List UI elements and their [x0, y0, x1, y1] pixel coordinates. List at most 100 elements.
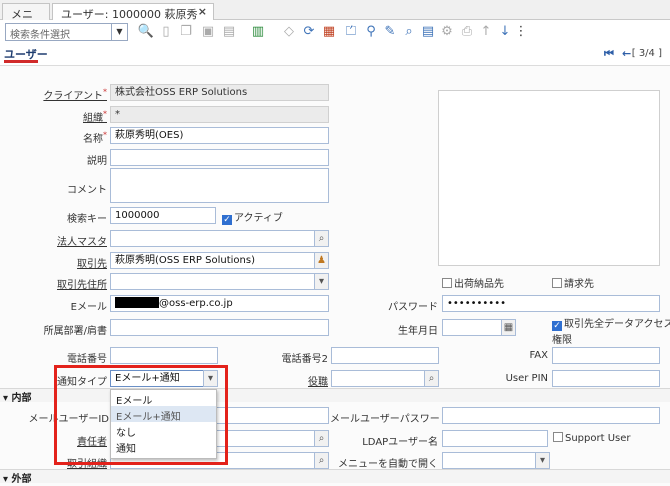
paperclip-icon[interactable]: ⚲	[362, 23, 380, 41]
legal-entity-label: 法人マスタ	[57, 237, 107, 248]
support-user-label: Support User	[565, 433, 631, 444]
bp-access-checkbox[interactable]: ✓ 取引先全データアクセス	[552, 315, 670, 331]
password-label: パスワード	[388, 302, 438, 313]
description-field[interactable]	[110, 149, 329, 166]
chevron-down-icon[interactable]: ▾	[314, 273, 329, 290]
first-record-icon[interactable]: ⏮	[604, 47, 614, 61]
record-count: [ 3/4 ]	[631, 48, 662, 59]
checkbox-box	[552, 278, 562, 288]
print-icon[interactable]: ⎙	[458, 23, 476, 41]
search-criteria-select[interactable]: 検索条件選択 ▼	[5, 23, 128, 41]
tab-menu[interactable]: メニュー	[2, 3, 50, 37]
chevron-down-icon[interactable]: ▼	[111, 24, 127, 40]
ship-to-checkbox[interactable]: 出荷納品先	[442, 275, 504, 290]
search-icon[interactable]: ⌕	[314, 452, 329, 469]
checkmark-icon: ✓	[552, 321, 562, 331]
search-icon[interactable]: 🔍	[137, 23, 155, 41]
name-field[interactable]: 萩原秀明(OES)	[110, 127, 329, 144]
report-icon[interactable]: ▤	[419, 23, 437, 41]
checkmark-icon: ✓	[222, 215, 232, 225]
search-key-field[interactable]: 1000000	[110, 207, 216, 224]
position-field[interactable]	[331, 370, 425, 387]
section-external-label: 外部	[11, 474, 32, 485]
person-icon[interactable]: ♟	[314, 252, 329, 269]
mail-password-label: メールユーザーパスワード	[330, 414, 450, 425]
birthday-field[interactable]	[442, 319, 502, 336]
bpartner-label: 取引先	[77, 259, 107, 270]
userpin-label: User PIN	[505, 373, 548, 384]
bill-to-label: 請求先	[564, 279, 594, 290]
ship-to-label: 出荷納品先	[454, 279, 504, 290]
comment-label: コメント	[67, 185, 107, 196]
ldap-field[interactable]	[442, 430, 548, 447]
bp-access-label: 取引先全データアクセス	[564, 319, 670, 330]
phone2-field[interactable]	[331, 347, 439, 364]
ldap-label: LDAPユーザー名	[362, 437, 438, 448]
dept-field[interactable]	[110, 319, 329, 336]
process-icon[interactable]: ⚙	[438, 23, 456, 41]
email-suffix: @oss-erp.co.jp	[159, 298, 233, 309]
caret-down-icon: ▾	[3, 393, 12, 404]
phone-field[interactable]	[110, 347, 218, 364]
highlight-box	[54, 365, 228, 465]
arrow-up-icon[interactable]: ↑	[477, 23, 495, 41]
title-underline	[4, 60, 38, 63]
zoom-across-icon[interactable]: ⌕	[400, 23, 418, 41]
auto-menu-select[interactable]	[442, 452, 536, 469]
email-label: Eメール	[70, 302, 107, 313]
bp-location-field[interactable]	[110, 273, 315, 290]
attachment-icon[interactable]: ◇	[280, 23, 298, 41]
mail-password-field[interactable]	[442, 407, 660, 424]
search-icon[interactable]: ⌕	[314, 430, 329, 447]
close-icon[interactable]: ×	[198, 5, 207, 18]
chat-icon[interactable]: ✎	[381, 23, 399, 41]
userpin-field[interactable]	[552, 370, 660, 387]
user-image[interactable]	[438, 90, 660, 266]
support-user-checkbox[interactable]: Support User	[553, 432, 631, 444]
client-field: 株式会社OSS ERP Solutions	[110, 84, 329, 101]
bp-access-label-2: 権限	[552, 335, 572, 346]
more-options-icon[interactable]: ⋮	[512, 23, 530, 41]
phone-label: 電話番号	[67, 354, 107, 365]
history-icon[interactable]: ⏍	[342, 23, 360, 41]
section-external[interactable]: ▾ 外部	[0, 469, 670, 485]
delete-icon[interactable]: ▥	[249, 23, 267, 41]
fax-field[interactable]	[552, 347, 660, 364]
bpartner-field[interactable]: 萩原秀明(OSS ERP Solutions)	[110, 252, 315, 269]
checkbox-box	[442, 278, 452, 288]
search-icon[interactable]: ⌕	[314, 230, 329, 247]
grid-toggle-icon[interactable]: ▦	[320, 23, 338, 41]
active-label: アクティブ	[234, 213, 283, 224]
previous-record-icon[interactable]: ←	[622, 47, 631, 60]
password-field[interactable]: ••••••••••	[442, 295, 660, 312]
new-record-icon[interactable]: ▯	[157, 23, 175, 41]
comment-field[interactable]	[110, 168, 329, 203]
calendar-icon[interactable]: ▦	[501, 319, 516, 336]
org-label: 組織*	[83, 109, 107, 124]
chevron-down-icon[interactable]: ▾	[535, 452, 550, 469]
dept-label: 所属部署/肩書	[43, 326, 107, 337]
redacted-block	[115, 297, 159, 308]
checkbox-box	[553, 432, 563, 442]
active-checkbox[interactable]: ✓ アクティブ	[222, 209, 283, 225]
email-field[interactable]: @oss-erp.co.jp	[110, 295, 329, 312]
caret-down-icon: ▾	[3, 474, 12, 485]
search-criteria-placeholder: 検索条件選択	[10, 30, 70, 41]
tab-user[interactable]: ユーザー: 1000000 萩原秀明(OES) ×	[52, 3, 214, 37]
tab-bar: メニュー ユーザー: 1000000 萩原秀明(OES) ×	[0, 0, 670, 37]
refresh-icon[interactable]: ⟳	[300, 23, 318, 41]
client-label: クライアント*	[43, 87, 107, 102]
save-new-icon[interactable]: ▤	[220, 23, 238, 41]
bp-location-label: 取引先住所	[57, 280, 107, 291]
phone2-label: 電話番号2	[281, 354, 328, 365]
name-label: 名称*	[83, 130, 107, 145]
copy-icon[interactable]: ❐	[177, 23, 195, 41]
save-icon[interactable]: ▣	[199, 23, 217, 41]
search-key-label: 検索キー	[67, 214, 107, 225]
bill-to-checkbox[interactable]: 請求先	[552, 275, 594, 290]
toolbar: 検索条件選択 ▼ 🔍 ▯ ❐ ▣ ▤ ▥ ◇ ⟳ ▦ ⏍ ⚲ ✎ ⌕ ▤ ⚙ ⎙…	[0, 20, 670, 44]
fax-label: FAX	[529, 350, 548, 361]
org-field: *	[110, 106, 329, 123]
search-icon[interactable]: ⌕	[424, 370, 439, 387]
legal-entity-field[interactable]	[110, 230, 315, 247]
